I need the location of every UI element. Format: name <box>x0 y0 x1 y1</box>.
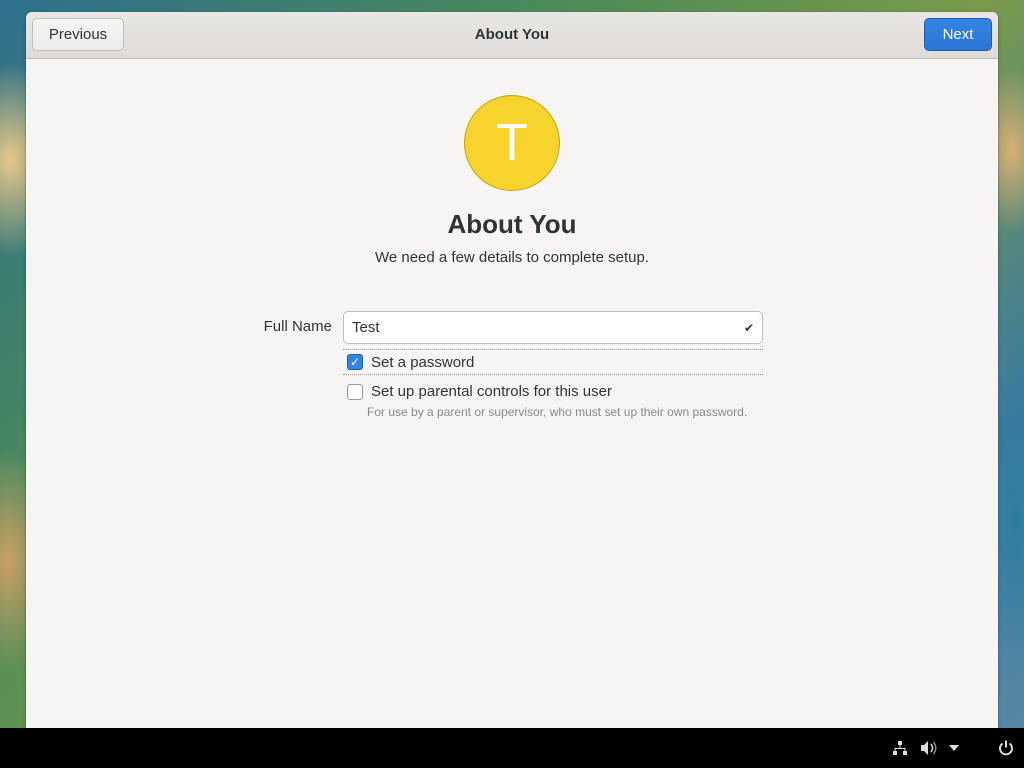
system-panel <box>0 728 1024 768</box>
parental-controls-option[interactable]: Set up parental controls for this user <box>347 383 612 400</box>
parental-controls-checkbox[interactable] <box>347 383 363 400</box>
set-password-option[interactable]: ✓ Set a password <box>343 349 763 375</box>
page-title: About You <box>447 209 577 239</box>
network-icon[interactable] <box>891 738 909 758</box>
setup-window: Previous About You Next T About You We n… <box>26 12 998 728</box>
full-name-label: Full Name <box>263 318 332 335</box>
set-password-checkbox[interactable]: ✓ <box>347 354 363 370</box>
page-subtitle: We need a few details to complete setup. <box>374 249 650 266</box>
parental-controls-description: For use by a parent or supervisor, who m… <box>367 405 748 419</box>
parental-controls-label: Set up parental controls for this user <box>371 383 612 400</box>
header-bar: Previous About You Next <box>26 12 998 59</box>
volume-icon[interactable] <box>919 738 939 758</box>
full-name-input[interactable]: Test ✔ <box>343 311 763 344</box>
avatar[interactable]: T <box>464 95 560 191</box>
set-password-label: Set a password <box>371 353 475 371</box>
window-title: About You <box>474 26 550 43</box>
full-name-value: Test <box>352 319 380 336</box>
avatar-initial: T <box>496 114 528 172</box>
checkmark-icon: ✔ <box>743 320 755 335</box>
power-icon[interactable] <box>997 738 1015 758</box>
menu-arrow-icon[interactable] <box>946 738 962 758</box>
next-button[interactable]: Next <box>924 18 992 51</box>
